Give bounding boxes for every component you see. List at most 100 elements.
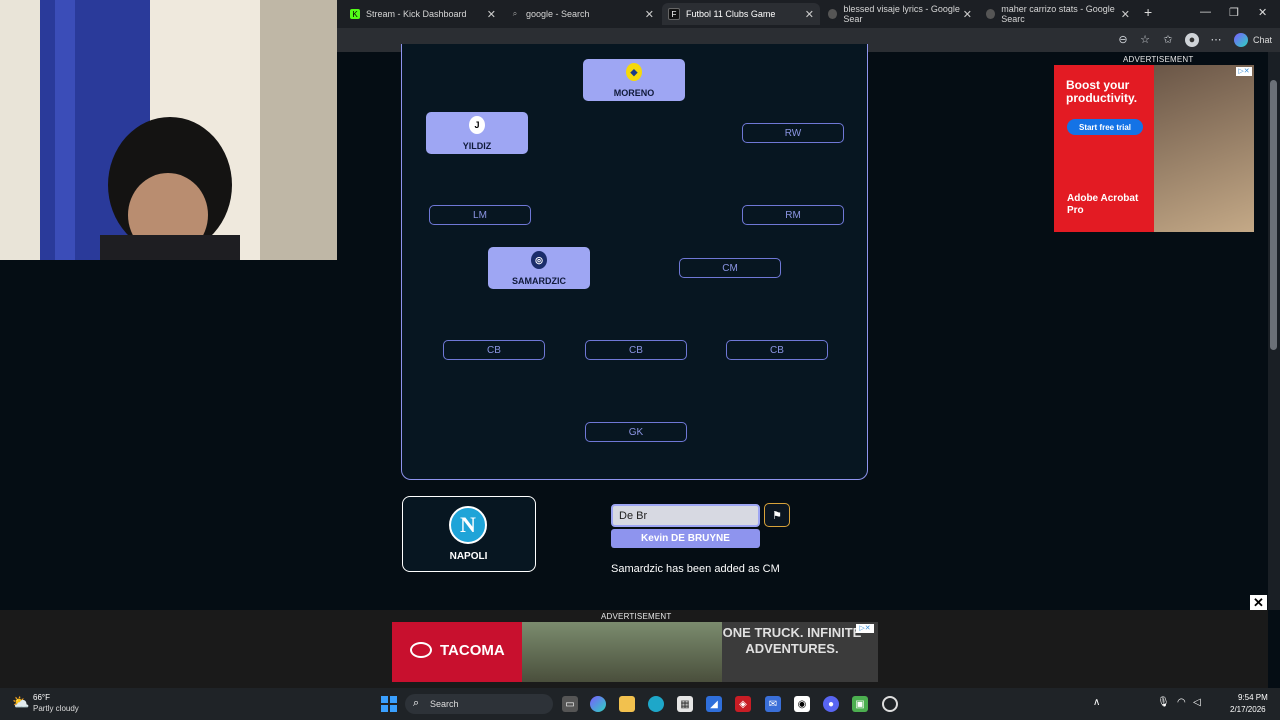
close-tab-icon[interactable]: ✕ [645, 8, 654, 21]
tab-futbol-game[interactable]: F Futbol 11 Clubs Game ✕ [662, 3, 820, 25]
ad-photo [1154, 65, 1254, 232]
minecraft-icon[interactable]: ▣ [852, 696, 868, 712]
tab-label: google - Search [526, 9, 590, 19]
player-card-yildiz[interactable]: J YILDIZ [426, 112, 528, 154]
ad-choices-icon[interactable]: ▷✕ [1236, 67, 1252, 76]
tab-label: blessed visaje lyrics - Google Sear [843, 4, 960, 24]
tab-blessed-visaje[interactable]: blessed visaje lyrics - Google Sear ✕ [822, 3, 978, 25]
kick-icon: K [350, 9, 360, 19]
copilot-icon[interactable] [1234, 33, 1248, 47]
edge-browser-icon[interactable] [648, 696, 664, 712]
juventus-crest-icon: J [469, 116, 485, 134]
close-window-icon[interactable]: ✕ [1258, 6, 1267, 19]
adobe-ad[interactable]: Boost your productivity. Start free tria… [1054, 65, 1254, 232]
slot-gk[interactable]: GK [585, 422, 687, 442]
volume-icon[interactable]: ◁ [1193, 697, 1201, 708]
tab-kick-dashboard[interactable]: K Stream - Kick Dashboard ✕ [344, 3, 502, 25]
close-tab-icon[interactable]: ✕ [963, 8, 972, 21]
weather-icon[interactable]: ⛅ [12, 694, 29, 711]
player-name: YILDIZ [462, 141, 492, 151]
globe-icon [828, 9, 838, 19]
player-card-moreno[interactable]: ◆ MORENO [583, 59, 685, 101]
close-tab-icon[interactable]: ✕ [487, 8, 496, 21]
chat-label[interactable]: Chat [1253, 35, 1272, 45]
taskbar-search-label: Search [430, 699, 459, 709]
search-icon: ⌕ [413, 697, 420, 709]
obs-icon[interactable] [882, 696, 898, 712]
new-tab-icon[interactable]: + [1144, 4, 1152, 20]
toyota-logo-icon [410, 642, 432, 658]
minimize-icon[interactable]: — [1200, 6, 1211, 18]
clock-time[interactable]: 9:54 PM [1238, 693, 1268, 702]
tab-label: maher carrizo stats - Google Searc [1001, 4, 1115, 24]
napoli-crest-icon: N [449, 506, 487, 544]
file-explorer-icon[interactable] [619, 696, 635, 712]
globe-icon [986, 9, 996, 19]
close-tab-icon[interactable]: ✕ [1121, 8, 1130, 21]
ad-brand: Adobe Acrobat Pro [1067, 193, 1139, 216]
ad-cta-button[interactable]: Start free trial [1067, 119, 1143, 135]
windows-start-icon[interactable] [381, 696, 397, 712]
tab-label: Futbol 11 Clubs Game [686, 9, 776, 19]
wifi-icon[interactable]: ◠ [1177, 697, 1186, 708]
mail-icon[interactable]: ✉ [765, 696, 781, 712]
tab-label: Stream - Kick Dashboard [366, 9, 467, 19]
tab-google-search[interactable]: ⌕ google - Search ✕ [504, 3, 660, 25]
slot-cb-center[interactable]: CB [585, 340, 687, 360]
player-suggestion[interactable]: Kevin DE BRUYNE [611, 529, 760, 548]
vscode-icon[interactable]: ◢ [706, 696, 722, 712]
weather-desc: Partly cloudy [33, 704, 79, 713]
player-card-samardzic[interactable]: ◎ SAMARDZIC [488, 247, 590, 289]
slot-cm[interactable]: CM [679, 258, 781, 278]
webcam-image [0, 0, 337, 260]
slot-rw[interactable]: RW [742, 123, 844, 143]
player-search-input[interactable] [611, 504, 760, 527]
tray-chevron-icon[interactable]: ∧ [1093, 697, 1100, 708]
slot-cb-left[interactable]: CB [443, 340, 545, 360]
status-message: Samardzic has been added as CM [611, 563, 780, 575]
star-icon[interactable]: ☆ [1138, 33, 1152, 47]
pitch: ◆ MORENO J YILDIZ RW LM RM ◎ SAMARDZIC C… [401, 44, 868, 480]
app-icon[interactable]: ◉ [794, 696, 810, 712]
taskbar-search-box[interactable]: ⌕ Search [405, 694, 553, 714]
favorites-icon[interactable]: ✩ [1161, 33, 1175, 47]
player-name: MORENO [613, 88, 655, 98]
store-icon[interactable]: ▦ [677, 696, 693, 712]
reader-icon[interactable]: ⊖ [1116, 33, 1130, 47]
tacoma-ad[interactable]: TACOMA ONE TRUCK. INFINITE ADVENTURES. ▷… [392, 622, 878, 682]
player-name: SAMARDZIC [512, 276, 566, 286]
slot-cb-right[interactable]: CB [726, 340, 828, 360]
ad-label-right: ADVERTISEMENT [1123, 55, 1194, 64]
futbol-icon: F [668, 8, 680, 20]
ad-label-bottom: ADVERTISEMENT [601, 612, 672, 621]
skip-flag-button[interactable]: ⚑ [764, 503, 790, 527]
more-menu-icon[interactable]: ⋯ [1209, 33, 1223, 47]
flag-icon: ⚑ [772, 509, 782, 522]
microphone-icon[interactable]: 🎙 [1157, 697, 1170, 708]
ad-choices-icon[interactable]: ▷✕ [856, 624, 874, 633]
copilot-app-icon[interactable] [590, 696, 606, 712]
slot-rm[interactable]: RM [742, 205, 844, 225]
clock-date[interactable]: 2/17/2026 [1230, 705, 1266, 714]
current-club-card: N NAPOLI [402, 496, 536, 572]
webcam-overlay [0, 0, 337, 260]
task-view-icon[interactable]: ▭ [562, 696, 578, 712]
atalanta-crest-icon: ◎ [531, 251, 547, 269]
shield-app-icon[interactable]: ◈ [735, 696, 751, 712]
search-icon: ⌕ [512, 9, 518, 18]
close-ad-icon[interactable]: ✕ [1250, 595, 1267, 610]
tab-maher-carrizo[interactable]: maher carrizo stats - Google Searc ✕ [980, 3, 1136, 25]
slot-lm[interactable]: LM [429, 205, 531, 225]
ad-headline: Boost your productivity. [1066, 78, 1138, 105]
scrollbar-thumb[interactable] [1270, 80, 1277, 350]
villarreal-crest-icon: ◆ [626, 63, 642, 81]
ad-tagline: ONE TRUCK. INFINITE ADVENTURES. [722, 625, 862, 656]
discord-icon[interactable]: ● [823, 696, 839, 712]
close-tab-icon[interactable]: ✕ [805, 8, 814, 21]
profile-avatar-icon[interactable]: ● [1185, 33, 1199, 47]
ad-brand: TACOMA [440, 642, 505, 659]
truck-photo [522, 622, 722, 682]
maximize-icon[interactable]: ❐ [1229, 6, 1239, 19]
club-name: NAPOLI [449, 551, 488, 562]
weather-temp: 66°F [33, 693, 50, 702]
